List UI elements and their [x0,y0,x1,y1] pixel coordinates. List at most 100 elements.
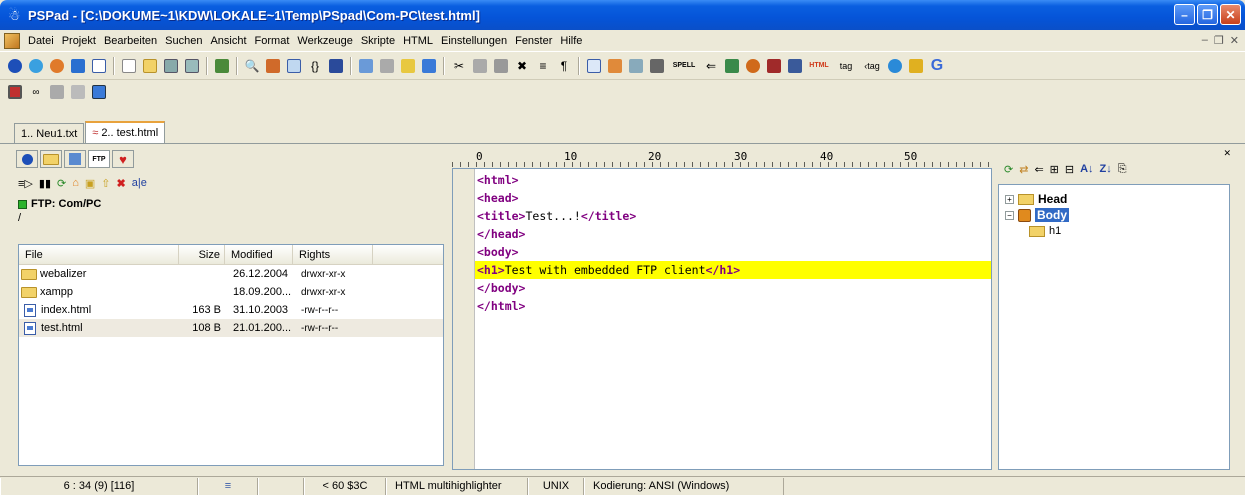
pspad-app-icon[interactable]: ☃ [8,7,22,23]
comments-icon[interactable] [285,57,303,75]
split-view-icon[interactable] [327,57,345,75]
refresh-icon[interactable]: ⟳ [57,177,66,190]
menu-html[interactable]: HTML [399,35,437,47]
delete-ftp-icon[interactable]: ✖ [117,177,126,190]
globe-icon[interactable] [886,57,904,75]
restore-button[interactable]: ❐ [1197,4,1218,25]
rename-icon[interactable]: a|e [132,177,147,189]
lock-icon[interactable] [648,57,666,75]
code-explorer-icon[interactable] [585,57,603,75]
menu-fenster[interactable]: Fenster [511,35,556,47]
preview-icon[interactable] [357,57,375,75]
stop-icon[interactable] [6,83,24,101]
color-icon[interactable] [907,57,925,75]
panel-tab-ftp[interactable]: FTP [88,150,110,168]
collapse-all-icon[interactable]: ⊟ [1065,163,1074,176]
mdi-restore-icon[interactable]: ❐ [1214,34,1224,47]
save-icon[interactable] [162,57,180,75]
table-row[interactable]: index.html 163 B 31.10.2003 -rw-r--r-- [19,301,443,319]
new-file-icon[interactable] [120,57,138,75]
left-splitter[interactable] [446,148,450,468]
column-rights[interactable]: Rights [293,245,373,264]
menu-suchen[interactable]: Suchen [161,35,206,47]
column-modified[interactable]: Modified [225,245,293,264]
browser-dropdown-icon[interactable] [48,57,66,75]
menu-ansicht[interactable]: Ansicht [206,35,250,47]
blue-circle-icon[interactable] [6,57,24,75]
clip-icon[interactable] [606,57,624,75]
panel-close-icon[interactable]: ✕ [1223,148,1231,159]
expand-icon[interactable]: + [1005,194,1014,204]
close-button[interactable]: ✕ [1220,4,1241,25]
menu-einstellungen[interactable]: Einstellungen [437,35,511,47]
code-area[interactable]: <html> <head> <title>Test...!</title> </… [475,171,991,315]
spell-icon[interactable]: SPELL [669,57,699,75]
table-row[interactable]: test.html 108 B 21.01.200... -rw-r--r-- [19,319,443,337]
table-row[interactable]: webalizer 26.12.2004 drwxr-xr-x [19,265,443,283]
highlighter-name[interactable]: HTML multihighlighter [386,477,528,495]
tab-neu1[interactable]: 1.. Neu1.txt [14,123,85,143]
glasses-icon[interactable]: ∞ [27,83,45,101]
mdi-minimize-icon[interactable]: – [1202,34,1208,47]
menu-projekt[interactable]: Projekt [58,35,100,47]
menu-skripte[interactable]: Skripte [357,35,399,47]
expand-all-icon[interactable]: ⊞ [1050,163,1059,176]
fold-icon[interactable] [723,57,741,75]
panel-tab-explorer[interactable] [64,150,86,168]
disconnect-icon[interactable]: ▮▮ [39,177,51,190]
paragraph-icon[interactable]: ¶ [555,57,573,75]
replace-icon[interactable] [264,57,282,75]
panel-tab-favorites[interactable]: ♥ [112,150,134,168]
delete-icon[interactable]: ✖ [513,57,531,75]
sort-asc-icon[interactable]: A↓ [1080,163,1093,175]
minimize-button[interactable]: – [1174,4,1195,25]
home-icon[interactable]: ⌂ [72,177,79,189]
cut-icon[interactable]: ✂ [450,57,468,75]
menu-bearbeiten[interactable]: Bearbeiten [100,35,161,47]
back-icon[interactable] [420,57,438,75]
open-file-icon[interactable] [141,57,159,75]
right-splitter[interactable] [993,148,997,468]
wrap-icon[interactable]: ≡ [198,477,258,495]
browser-icon[interactable] [27,57,45,75]
paste-icon[interactable] [492,57,510,75]
column-file[interactable]: File [19,245,179,264]
sort-desc-icon[interactable]: Z↓ [1100,163,1112,175]
tab-test-html[interactable]: ≈2.. test.html [85,121,166,143]
format-icon[interactable]: ≡ [534,57,552,75]
new-folder-icon[interactable]: ▣ [85,177,95,190]
goto-icon[interactable]: ⇐ [1034,163,1043,176]
column-icon[interactable] [627,57,645,75]
grid-icon[interactable] [786,57,804,75]
connect-icon[interactable]: ≡▷ [18,177,33,190]
tree-node-head[interactable]: + Head [999,191,1229,207]
g-icon[interactable]: G [928,57,946,75]
tidy-icon[interactable] [744,57,762,75]
gray-doc-icon[interactable] [69,83,87,101]
upload-icon[interactable]: ⇧ [101,177,110,190]
sync-icon[interactable]: ⇄ [1019,163,1028,176]
collapse-icon[interactable]: − [1005,210,1014,220]
html-txt-icon[interactable]: HTML [807,57,831,75]
panel-tab-folder[interactable] [40,150,62,168]
document-menu-icon[interactable] [4,32,20,49]
panel-tab-circle[interactable] [16,150,38,168]
monitor-icon[interactable] [90,83,108,101]
table-row[interactable]: xampp 18.09.200... drwxr-xr-x [19,283,443,301]
tree-node-h1[interactable]: h1 [999,223,1229,239]
menu-hilfe[interactable]: Hilfe [556,35,586,47]
gray-block-icon[interactable] [48,83,66,101]
bracket-icon[interactable]: {} [306,57,324,75]
project-icon[interactable] [213,57,231,75]
bookmark-icon[interactable]: ⇐ [702,57,720,75]
ftp-icon[interactable] [765,57,783,75]
tree-node-body[interactable]: − Body [999,207,1229,223]
clipboard-icon[interactable]: ⎘ [1118,163,1127,176]
column-size[interactable]: Size [179,245,225,264]
ie-icon[interactable] [69,57,87,75]
copy-icon[interactable] [471,57,489,75]
refresh-tree-icon[interactable]: ⟳ [1004,163,1013,176]
find-icon[interactable]: 🔍 [243,57,261,75]
tag-icon[interactable]: tag [834,57,858,75]
menu-datei[interactable]: Datei [24,35,58,47]
